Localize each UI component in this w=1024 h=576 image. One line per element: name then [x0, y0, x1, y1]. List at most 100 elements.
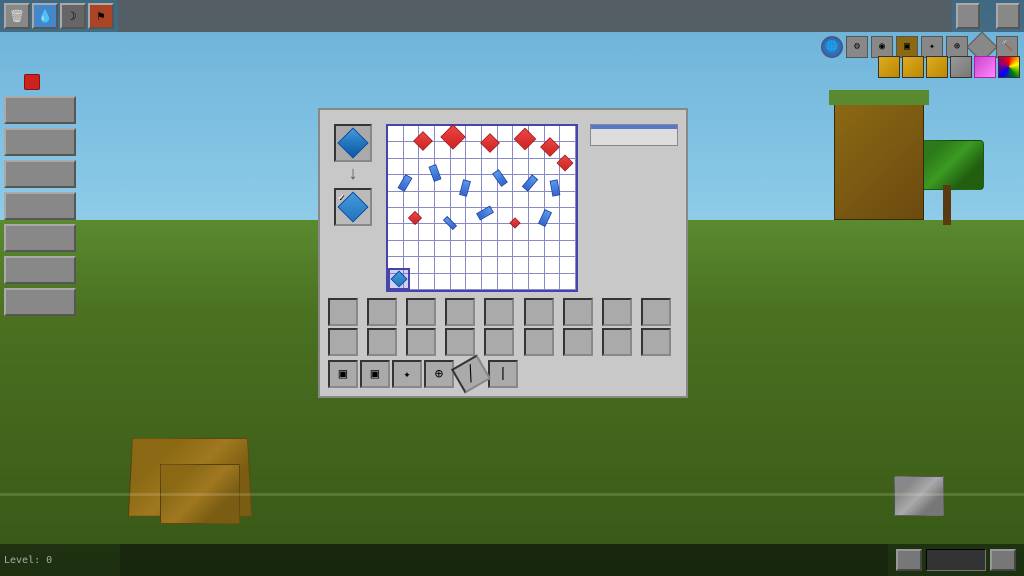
grid-cell[interactable]: [388, 274, 404, 290]
craft-grid[interactable]: // Generate grid cells const grid = docu…: [386, 124, 578, 292]
grid-cell[interactable]: [529, 257, 545, 273]
wood-icon[interactable]: ▣: [896, 36, 918, 58]
grid-cell[interactable]: [435, 208, 451, 224]
grid-cell[interactable]: [529, 192, 545, 208]
grid-cell[interactable]: [513, 257, 529, 273]
grid-cell[interactable]: [513, 274, 529, 290]
save-7-button[interactable]: [4, 288, 76, 316]
grid-cell[interactable]: [529, 142, 545, 158]
grid-cell[interactable]: [560, 274, 576, 290]
tool-cell-5[interactable]: ╱: [451, 354, 491, 393]
grid-cell[interactable]: [545, 159, 561, 175]
grid-cell[interactable]: [451, 142, 467, 158]
grid-cell[interactable]: [419, 224, 435, 240]
grid-cell[interactable]: [482, 241, 498, 257]
grid-cell[interactable]: [560, 142, 576, 158]
grid-cell[interactable]: [545, 192, 561, 208]
inv-cell[interactable]: [445, 328, 475, 356]
grid-cell[interactable]: [404, 175, 420, 191]
grid-cell[interactable]: [388, 159, 404, 175]
grid-cell[interactable]: [404, 192, 420, 208]
grid-cell[interactable]: [435, 142, 451, 158]
grid-cell[interactable]: [388, 257, 404, 273]
inv-cell[interactable]: [484, 298, 514, 326]
inv-cell[interactable]: [484, 328, 514, 356]
grid-cell[interactable]: [404, 208, 420, 224]
grid-cell[interactable]: [513, 224, 529, 240]
grid-cell[interactable]: [388, 224, 404, 240]
grid-cell[interactable]: [513, 142, 529, 158]
grid-cell[interactable]: [419, 208, 435, 224]
grid-cell[interactable]: [419, 192, 435, 208]
grid-cell[interactable]: [545, 257, 561, 273]
save-1-button[interactable]: [4, 96, 76, 124]
tool-cell-2[interactable]: ▣: [360, 360, 390, 388]
inv-cell[interactable]: [641, 298, 671, 326]
gear-icon[interactable]: ⚙: [846, 36, 868, 58]
grid-cell[interactable]: [498, 208, 514, 224]
inv-cell[interactable]: [328, 298, 358, 326]
save-6-button[interactable]: [4, 256, 76, 284]
grid-cell[interactable]: [529, 274, 545, 290]
tool-cell-4[interactable]: ⊕: [424, 360, 454, 388]
grid-cell[interactable]: [545, 175, 561, 191]
category-other[interactable]: [591, 141, 677, 145]
hammer-icon[interactable]: 🔨: [996, 36, 1018, 58]
trash-icon[interactable]: 🗑: [4, 3, 30, 29]
flag-icon[interactable]: ⚑: [88, 3, 114, 29]
globe-icon[interactable]: 🌐: [821, 36, 843, 58]
inv-cell[interactable]: [563, 298, 593, 326]
block-rainbow2[interactable]: [998, 56, 1020, 78]
grid-cell[interactable]: [466, 274, 482, 290]
inv-cell[interactable]: [602, 298, 632, 326]
grid-cell[interactable]: [451, 126, 467, 142]
inv-cell[interactable]: [524, 328, 554, 356]
grid-cell[interactable]: [466, 159, 482, 175]
grid-cell[interactable]: [513, 175, 529, 191]
grid-cell[interactable]: [513, 208, 529, 224]
grid-cell[interactable]: [451, 241, 467, 257]
grid-cell[interactable]: [466, 142, 482, 158]
block-gold1[interactable]: [878, 56, 900, 78]
grid-cell[interactable]: [545, 142, 561, 158]
grid-cell[interactable]: [404, 257, 420, 273]
grid-cell[interactable]: [388, 241, 404, 257]
grid-cell[interactable]: [529, 208, 545, 224]
inv-cell[interactable]: [445, 298, 475, 326]
grid-cell[interactable]: [482, 274, 498, 290]
prev-button[interactable]: [956, 3, 980, 29]
grid-cell[interactable]: [560, 126, 576, 142]
grid-cell[interactable]: [560, 224, 576, 240]
save-3-button[interactable]: [4, 160, 76, 188]
grid-cell[interactable]: [560, 241, 576, 257]
grid-cell[interactable]: [466, 208, 482, 224]
grid-cell[interactable]: [513, 241, 529, 257]
grid-cell[interactable]: [498, 274, 514, 290]
grid-cell[interactable]: [513, 159, 529, 175]
tool-cell-3[interactable]: ✦: [392, 360, 422, 388]
grid-cell[interactable]: [404, 274, 420, 290]
grid-cell[interactable]: [545, 274, 561, 290]
grid-cell[interactable]: [419, 257, 435, 273]
grid-cell[interactable]: [498, 224, 514, 240]
grid-cell[interactable]: [482, 224, 498, 240]
grid-cell[interactable]: [404, 159, 420, 175]
grid-cell[interactable]: [482, 142, 498, 158]
grid-cell[interactable]: [419, 159, 435, 175]
tool-cell-6[interactable]: |: [488, 360, 518, 388]
grid-cell[interactable]: [451, 224, 467, 240]
block-stone1[interactable]: [950, 56, 972, 78]
grid-cell[interactable]: [466, 224, 482, 240]
grid-cell[interactable]: [466, 257, 482, 273]
grid-cell[interactable]: [498, 142, 514, 158]
plus-button[interactable]: [990, 549, 1016, 571]
grid-cell[interactable]: [560, 192, 576, 208]
block-rainbow[interactable]: [974, 56, 996, 78]
grid-cell[interactable]: [560, 175, 576, 191]
inv-cell[interactable]: [367, 298, 397, 326]
output-item-slot[interactable]: ✓: [334, 188, 372, 226]
grid-cell[interactable]: [388, 142, 404, 158]
grid-cell[interactable]: [498, 175, 514, 191]
grid-cell[interactable]: [466, 241, 482, 257]
grid-cell[interactable]: [513, 192, 529, 208]
